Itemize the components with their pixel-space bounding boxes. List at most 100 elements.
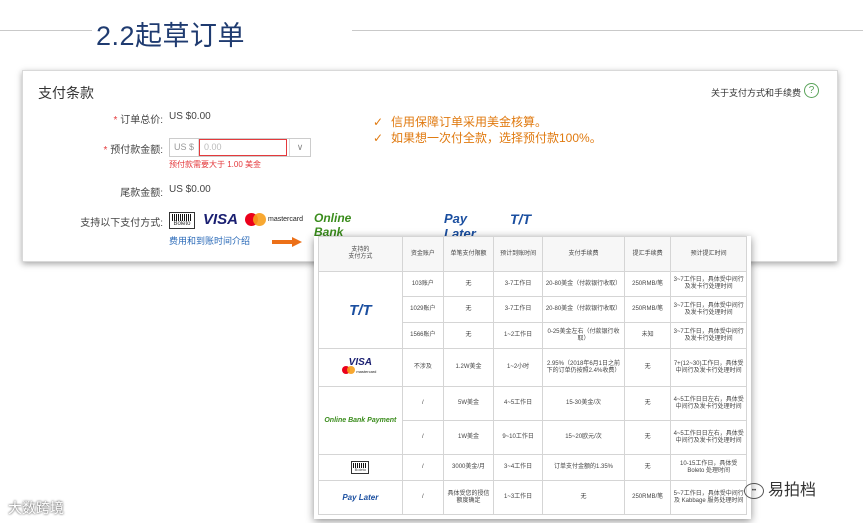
table-cell: 103账户	[401, 271, 445, 297]
table-cell: 4~5工作日日左右，具体受中间行及发卡行处理时间	[670, 386, 747, 421]
table-cell: 2.95%（2018年6月1日之前下的订单仍按照2.4%收费）	[542, 348, 625, 387]
table-cell: 具体受您的授信额度确定	[442, 480, 495, 515]
table-cell: 5W美金	[442, 386, 495, 421]
notes: ✓ 信用保障订单采用美金核算。 ✓ 如果想一次付全款，选择预付款100%。	[373, 114, 602, 146]
wechat-icon: ••	[744, 482, 764, 499]
boleto-logo: Boleto	[318, 454, 403, 481]
table-cell: 250RMB/笔	[623, 296, 672, 323]
col-header: 提汇手续费	[623, 236, 672, 272]
table-cell: 无	[442, 322, 495, 349]
table-cell: 4~5工作日日左右，具体受中间行及发卡行处理时间	[670, 420, 747, 455]
visa-logo: VISA	[203, 211, 239, 228]
table-cell: 4~5工作日	[493, 386, 544, 421]
payment-fees-link[interactable]: 关于支付方式和手续费	[711, 86, 801, 99]
watermark-left: 大数跨境	[8, 500, 64, 516]
table-row: Online Bank Payment /5W美金 4~5工作日 15-30美金/次…	[318, 386, 747, 455]
col-header: 预计提汇时间	[670, 236, 747, 272]
table-cell: 无	[623, 454, 672, 481]
check-icon: ✓	[373, 115, 384, 129]
fee-time-link[interactable]: 费用和到账时间介绍	[169, 234, 250, 247]
slide-title: 2.2起草订单	[96, 21, 246, 51]
table-row: Boleto /3000美金/月 3~4工作日 订单支付金额的1.35% 无 10-15…	[318, 454, 747, 481]
balance-label: 尾款金额:	[120, 188, 163, 199]
table-cell: 无	[442, 296, 495, 323]
watermark-right: •• 易拍档	[744, 476, 816, 500]
col-header: 支持的 支付方式	[318, 236, 403, 272]
table-cell: 20-80美金（付款银行收取）	[542, 271, 625, 297]
currency-prefix: US $	[170, 139, 199, 156]
prepay-label: * 预付款金额:	[103, 145, 163, 156]
table-cell: 未知	[623, 322, 672, 349]
panel-title: 支付条款	[38, 85, 94, 101]
table-cell: 3~7工作日，具体受中间行及发卡行处理时间	[670, 296, 747, 323]
table-cell: 10-15工作日，具体受Boleto 处理时间	[670, 454, 747, 481]
check-icon: ✓	[373, 131, 384, 145]
balance-value: US $0.00	[169, 184, 211, 195]
table-cell: 0-25美金左右（付款银行收取）	[542, 322, 625, 349]
table-cell: 3~4工作日	[493, 454, 544, 481]
col-header: 支付手续费	[542, 236, 625, 272]
visa-mastercard-logo: VISA mastercard	[318, 348, 403, 387]
table-cell: 1029账户	[401, 296, 445, 323]
table-cell: 9~10工作日	[493, 420, 544, 455]
col-header: 单笔支付限额	[442, 236, 495, 272]
table-cell: 15~20欧元/次	[542, 420, 625, 455]
table-cell: 无	[623, 420, 672, 455]
methods-label: 支持以下支付方式:	[80, 218, 163, 229]
fee-table: 支持的 支付方式 资金账户 单笔支付限额 预计到账时间 支付手续费 提汇手续费 预…	[318, 236, 747, 515]
tt-logo: T/T	[510, 211, 531, 227]
table-cell: 250RMB/笔	[623, 480, 672, 515]
table-cell: 3~7工作日，具体受中间行及发卡行处理时间	[670, 271, 747, 297]
note-1: ✓ 信用保障订单采用美金核算。	[373, 115, 548, 129]
table-cell: 3000美金/月	[442, 454, 495, 481]
fee-table-panel: 支持的 支付方式 资金账户 单笔支付限额 预计到账时间 支付手续费 提汇手续费 预…	[314, 236, 751, 519]
table-cell: 1566账户	[401, 322, 445, 349]
table-cell: 250RMB/笔	[623, 271, 672, 297]
table-cell: 5~7工作日，具体受中间行及 Kabbage 服务处理时间	[670, 480, 747, 515]
table-cell: 无	[542, 480, 625, 515]
col-header: 资金账户	[401, 236, 445, 272]
help-icon[interactable]: ?	[804, 83, 819, 98]
prepay-input-group: US $ 0.00 ∨	[169, 138, 311, 157]
order-total-label: * 订单总价:	[113, 115, 163, 126]
table-cell: /	[401, 454, 445, 481]
table-cell: 1~3工作日	[493, 480, 544, 515]
mastercard-logo: mastercard	[245, 213, 307, 227]
table-cell: 1~2工作日	[493, 322, 544, 349]
table-cell: 7+(12~30)工作日，具体受中间行及发卡行处理时间	[670, 348, 747, 387]
table-cell: 1W美金	[442, 420, 495, 455]
boleto-logo: Boleto	[169, 212, 195, 229]
table-cell: /	[401, 386, 445, 421]
arrow-right-icon	[272, 237, 302, 247]
chevron-down-icon[interactable]: ∨	[289, 139, 310, 156]
table-cell: 20-80美金（付款银行收取）	[542, 296, 625, 323]
payment-terms-panel: 支付条款 关于支付方式和手续费 ? * 订单总价: US $0.00 * 预付款…	[22, 70, 838, 262]
table-cell: 无	[623, 348, 672, 387]
table-cell: 1~2小时	[493, 348, 544, 387]
table-cell: 3-7工作日	[493, 296, 544, 323]
prepay-error-text: 预付款需要大于 1.00 美金	[169, 160, 262, 169]
table-cell: 3~7工作日，具体受中间行及发卡行处理时间	[670, 322, 747, 349]
table-cell: /	[401, 420, 445, 455]
table-cell: 订单支付金额的1.35%	[542, 454, 625, 481]
pay-later-logo: Pay Later	[318, 480, 403, 515]
title-rule-right	[352, 30, 863, 31]
table-cell: 无	[623, 386, 672, 421]
table-cell: 无	[442, 271, 495, 297]
order-total-value: US $0.00	[169, 111, 211, 122]
title-rule-left	[0, 30, 92, 31]
tt-logo: T/T	[318, 271, 403, 349]
table-cell: 15-30美金/次	[542, 386, 625, 421]
table-cell: 不涉及	[401, 348, 445, 387]
online-bank-logo: Online Bank Payment	[318, 386, 403, 455]
table-cell: 1.2W美金	[442, 348, 495, 387]
col-header: 预计到账时间	[493, 236, 544, 272]
table-header-row: 支持的 支付方式 资金账户 单笔支付限额 预计到账时间 支付手续费 提汇手续费 预…	[318, 236, 747, 272]
note-2: ✓ 如果想一次付全款，选择预付款100%。	[373, 131, 602, 145]
table-cell: /	[401, 480, 445, 515]
table-row: T/T 103账户无 3-7工作日 20-80美金（付款银行收取） 250RMB/笔 3…	[318, 271, 747, 349]
table-cell: 3-7工作日	[493, 271, 544, 297]
prepay-amount-input[interactable]: 0.00	[199, 139, 287, 156]
table-row: VISA mastercard 不涉及 1.2W美金 1~2小时 2.95%（2018年…	[318, 348, 747, 387]
table-row: Pay Later / 具体受您的授信额度确定 1~3工作日无 250RMB/笔 5~7…	[318, 480, 747, 515]
